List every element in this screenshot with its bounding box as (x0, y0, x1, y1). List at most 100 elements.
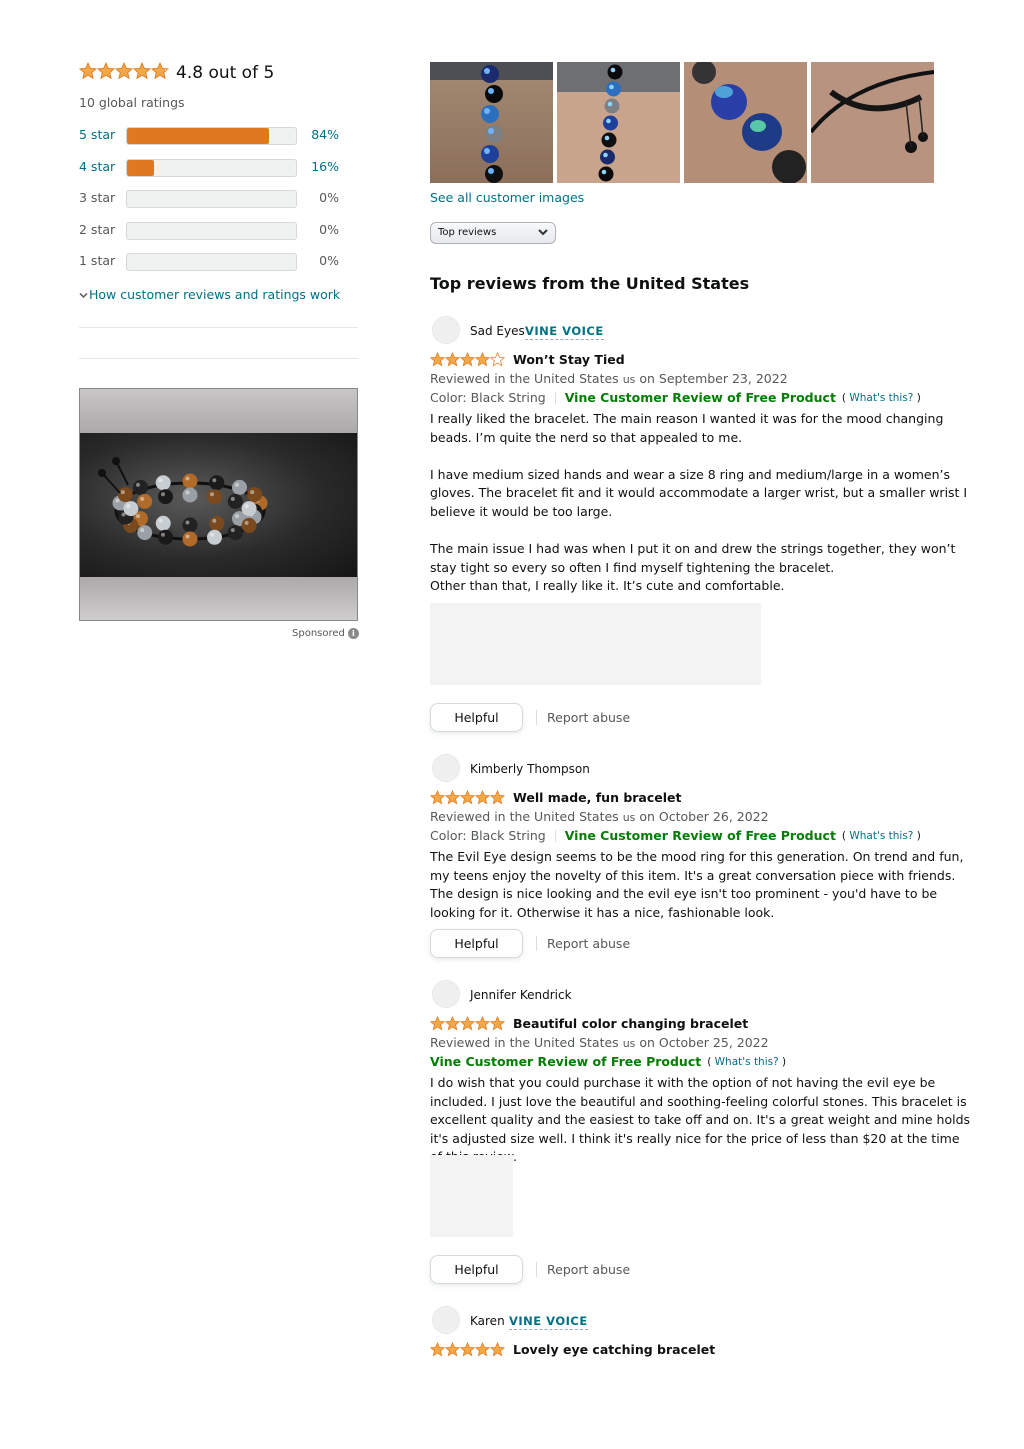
review-stars-icon[interactable] (430, 790, 505, 805)
review-author[interactable]: Kimberly Thompson (470, 762, 590, 776)
review-paragraph: I do wish that you could purchase it wit… (430, 1075, 971, 1164)
whats-this-link[interactable]: What's this? (715, 1056, 779, 1068)
review-author[interactable]: Karen (470, 1314, 505, 1328)
sponsored-label[interactable]: Sponsored i (292, 628, 359, 639)
histogram-row: 2 star 0% (79, 221, 359, 241)
review-title[interactable]: Lovely eye catching bracelet (513, 1342, 715, 1357)
customer-image-thumbnail[interactable] (557, 62, 680, 183)
helpful-button[interactable]: Helpful (430, 929, 523, 958)
review-author[interactable]: Sad Eyes (470, 324, 525, 338)
review-variant-line: Color: Black String Vine Customer Review… (430, 390, 921, 405)
histogram-row[interactable]: 5 star 84% (79, 126, 359, 146)
star-icon (430, 790, 445, 805)
review-paragraph: The main issue I had was when I put it o… (430, 541, 956, 594)
review-color[interactable]: Color: Black String (430, 828, 546, 843)
review-paragraph: I really liked the bracelet. The main re… (430, 411, 944, 445)
star-icon (490, 1342, 505, 1357)
avatar[interactable] (432, 980, 460, 1008)
star-icon (430, 352, 445, 367)
histogram-percent: 0% (319, 253, 339, 269)
star-icon (460, 1342, 475, 1357)
report-abuse-link[interactable]: Report abuse (536, 1262, 630, 1277)
histogram-bar (126, 190, 297, 209)
how-reviews-work-link[interactable]: How customer reviews and ratings work (79, 287, 340, 302)
star-icon (475, 1016, 490, 1031)
review-date: Reviewed in the United States us on Octo… (430, 1035, 769, 1050)
star-icon (490, 790, 505, 805)
vine-review-label: Vine Customer Review of Free Product (564, 828, 836, 843)
star-icon (445, 1342, 460, 1357)
bracelet-product-photo (80, 433, 357, 577)
star-icon (133, 62, 151, 80)
chevron-down-icon (79, 287, 89, 302)
chevron-down-icon (537, 226, 549, 238)
customer-image-thumbnail[interactable] (684, 62, 807, 183)
star-icon (151, 62, 169, 80)
avatar[interactable] (432, 316, 460, 344)
star-icon (445, 790, 460, 805)
review-stars-icon[interactable] (430, 352, 505, 367)
whats-this-link[interactable]: What's this? (849, 392, 913, 404)
review-media-placeholder[interactable] (430, 603, 761, 685)
whats-this-link[interactable]: What's this? (849, 830, 913, 842)
review-body: I really liked the bracelet. The main re… (430, 410, 975, 596)
histogram-star-label[interactable]: 4 star (79, 159, 115, 174)
histogram-percent[interactable]: 84% (311, 127, 339, 142)
sort-dropdown[interactable]: Top reviews (430, 222, 556, 244)
sponsored-ad-image[interactable] (79, 388, 358, 621)
star-icon (490, 352, 505, 367)
review-media-placeholder[interactable] (430, 1155, 513, 1237)
review-stars-icon[interactable] (430, 1342, 505, 1357)
histogram-bar[interactable] (126, 158, 297, 177)
review-variant-line: Vine Customer Review of Free Product ( W… (430, 1054, 787, 1069)
sponsored-text: Sponsored (292, 628, 345, 639)
histogram-star-label: 2 star (79, 221, 116, 237)
overall-stars-icon (79, 62, 169, 80)
customer-image-thumbnail[interactable] (430, 62, 553, 183)
vine-voice-badge[interactable]: VINE VOICE (525, 324, 604, 340)
customer-image-thumbnail[interactable] (811, 62, 934, 183)
reviews-section-title: Top reviews from the United States (430, 274, 750, 293)
review-date: Reviewed in the United States us on Sept… (430, 371, 788, 386)
see-all-images-link[interactable]: See all customer images (430, 190, 584, 205)
review-title[interactable]: Well made, fun bracelet (513, 790, 682, 805)
histogram-row: 3 star 0% (79, 189, 359, 209)
star-icon (430, 1342, 445, 1357)
divider (79, 327, 358, 328)
star-icon (430, 1016, 445, 1031)
divider (79, 358, 358, 359)
review-stars-icon[interactable] (430, 1016, 505, 1031)
review-variant-line: Color: Black String Vine Customer Review… (430, 828, 921, 843)
review-title[interactable]: Beautiful color changing bracelet (513, 1016, 748, 1031)
review-body: I do wish that you could purchase it wit… (430, 1074, 975, 1167)
avatar[interactable] (432, 1306, 460, 1334)
how-reviews-work-label: How customer reviews and ratings work (89, 287, 341, 302)
review-title[interactable]: Won’t Stay Tied (513, 352, 625, 367)
star-icon (445, 352, 460, 367)
star-icon (115, 62, 133, 80)
rating-out-of-five: 4.8 out of 5 (176, 63, 275, 83)
histogram-percent: 0% (319, 190, 339, 206)
review-color[interactable]: Color: Black String (430, 390, 546, 405)
avatar[interactable] (432, 754, 460, 782)
star-icon (475, 1342, 490, 1357)
histogram-star-label[interactable]: 5 star (79, 127, 115, 142)
star-icon (445, 1016, 460, 1031)
histogram-percent[interactable]: 16% (311, 159, 339, 174)
histogram-percent: 0% (319, 221, 339, 237)
review-body: The Evil Eye design seems to be the mood… (430, 848, 975, 922)
vine-voice-badge[interactable]: VINE VOICE (509, 1314, 588, 1330)
report-abuse-link[interactable]: Report abuse (536, 710, 630, 725)
histogram-star-label: 1 star (79, 253, 116, 269)
histogram-row[interactable]: 4 star 16% (79, 158, 359, 178)
vine-review-label: Vine Customer Review of Free Product (564, 390, 836, 405)
star-icon (460, 352, 475, 367)
report-abuse-link[interactable]: Report abuse (536, 936, 630, 951)
star-icon (475, 352, 490, 367)
histogram-bar[interactable] (126, 127, 297, 145)
helpful-button[interactable]: Helpful (430, 1255, 523, 1284)
histogram-bar (126, 253, 297, 272)
review-author[interactable]: Jennifer Kendrick (470, 988, 572, 1002)
helpful-button[interactable]: Helpful (430, 703, 523, 732)
histogram-bar (126, 221, 297, 240)
